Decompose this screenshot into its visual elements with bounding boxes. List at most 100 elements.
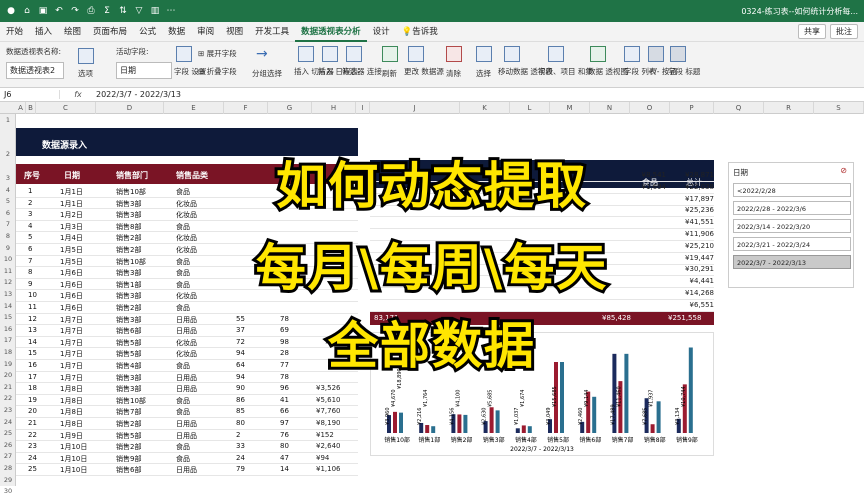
- pivot-row[interactable]: ¥1,694 ¥22,038: [370, 182, 714, 194]
- row-header[interactable]: 30: [0, 487, 16, 495]
- tab-home[interactable]: 开始: [0, 22, 29, 42]
- row-header[interactable]: 24: [0, 418, 16, 426]
- pivot-row[interactable]: ¥25,236: [370, 205, 714, 218]
- chart-bar[interactable]: [527, 426, 532, 433]
- pivot-name-input[interactable]: 数据透视表2: [6, 62, 64, 79]
- pivot-chart[interactable]: 销售10部 销售1部 销售2部 销售3部 销售4部 销售5部 销售6部 销售7部 销售8部 销售9…: [370, 332, 714, 456]
- redo-icon[interactable]: ↷: [68, 4, 82, 18]
- row-header[interactable]: 28: [0, 464, 16, 472]
- chart-bar[interactable]: [393, 411, 397, 433]
- home-icon[interactable]: ⌂: [20, 4, 34, 18]
- column-header[interactable]: H: [312, 102, 356, 114]
- table-row[interactable]: 13 1月7日 销售6部 日用品 37 69: [16, 325, 358, 337]
- row-header[interactable]: 5: [0, 197, 16, 205]
- column-header[interactable]: L: [510, 102, 550, 114]
- pivot-row[interactable]: ¥17,897: [370, 194, 714, 206]
- move-pivot-icon[interactable]: [504, 46, 520, 62]
- change-source-button[interactable]: 更改 数据源: [404, 66, 444, 77]
- pivot-row[interactable]: ¥19,447: [370, 253, 714, 265]
- pivot-row[interactable]: ¥30,291: [370, 264, 714, 277]
- pivot-row[interactable]: ¥4,441: [370, 276, 714, 289]
- slicer-item[interactable]: 2022/3/14 - 2022/3/20: [733, 219, 851, 233]
- refresh-icon[interactable]: [382, 46, 398, 62]
- chart-bar[interactable]: [560, 362, 564, 433]
- row-header[interactable]: 10: [0, 255, 16, 263]
- select-icon[interactable]: [476, 46, 492, 62]
- row-header[interactable]: 21: [0, 383, 16, 391]
- row-header[interactable]: 14: [0, 302, 16, 310]
- change-source-icon[interactable]: [408, 46, 424, 62]
- clear-button[interactable]: 清除: [446, 68, 461, 79]
- row-header[interactable]: 9: [0, 244, 16, 252]
- tab-design[interactable]: 设计: [367, 22, 396, 42]
- row-header[interactable]: 8: [0, 232, 16, 240]
- row-header[interactable]: 17: [0, 336, 16, 344]
- undo-icon[interactable]: ↶: [52, 4, 66, 18]
- pivot-chart-icon[interactable]: [590, 46, 606, 62]
- filter-icon[interactable]: ▽: [132, 4, 146, 18]
- options-icon[interactable]: [78, 48, 94, 64]
- table-row[interactable]: 16 1月7日 销售4部 食品 64 77: [16, 360, 358, 372]
- table-row[interactable]: 21 1月8日 销售2部 日用品 80 97: [16, 418, 358, 430]
- table-row[interactable]: 1 1月1日 销售10部 食品: [16, 186, 358, 198]
- column-header[interactable]: R: [764, 102, 814, 114]
- row-header[interactable]: 27: [0, 452, 16, 460]
- column-header[interactable]: A: [16, 102, 26, 114]
- row-header[interactable]: 15: [0, 313, 16, 321]
- row-header[interactable]: 1: [0, 116, 16, 124]
- pivot-row[interactable]: ¥6,551: [370, 300, 714, 312]
- row-header[interactable]: 29: [0, 476, 16, 484]
- plus-minus-icon[interactable]: [648, 46, 664, 62]
- column-header[interactable]: N: [590, 102, 630, 114]
- pivot-row[interactable]: ¥14,268: [370, 288, 714, 300]
- tab-draw[interactable]: 绘图: [58, 22, 87, 42]
- table-row[interactable]: 2 1月1日 销售3部 化妆品: [16, 198, 358, 210]
- chart-bar[interactable]: [515, 428, 520, 433]
- column-header[interactable]: D: [96, 102, 164, 114]
- select-button[interactable]: 选择: [476, 68, 491, 79]
- filter-connections-button[interactable]: 筛选器 连接: [342, 66, 382, 77]
- sort-icon[interactable]: ⇅: [116, 4, 130, 18]
- chart-bar[interactable]: [521, 425, 526, 433]
- table-row[interactable]: 24 1月10日 销售9部 食品 24 47: [16, 453, 358, 465]
- row-header[interactable]: 23: [0, 406, 16, 414]
- table-row[interactable]: 4 1月3日 销售8部 食品: [16, 221, 358, 233]
- fields-items-icon[interactable]: [548, 46, 564, 62]
- column-header[interactable]: Q: [714, 102, 764, 114]
- slicer-item[interactable]: 2022/3/21 - 2022/3/24: [733, 237, 851, 251]
- column-header[interactable]: I: [356, 102, 370, 114]
- field-list-icon[interactable]: [624, 46, 640, 62]
- chart-bar[interactable]: [688, 347, 693, 433]
- tab-data[interactable]: 数据: [162, 22, 191, 42]
- column-header[interactable]: B: [26, 102, 36, 114]
- column-header[interactable]: C: [36, 102, 96, 114]
- table-row[interactable]: 22 1月9日 销售5部 日用品 2 76: [16, 430, 358, 442]
- chart-bar[interactable]: [431, 426, 436, 433]
- column-header[interactable]: M: [550, 102, 590, 114]
- group-select-button[interactable]: 分组选择: [252, 68, 282, 79]
- refresh-button[interactable]: 刷新: [382, 68, 397, 79]
- timeline-icon[interactable]: [322, 46, 338, 62]
- column-header[interactable]: K: [460, 102, 510, 114]
- row-header[interactable]: 25: [0, 429, 16, 437]
- column-header[interactable]: P: [670, 102, 714, 114]
- row-header[interactable]: 20: [0, 371, 16, 379]
- options-button[interactable]: 选项: [78, 68, 93, 79]
- filter-connections-icon[interactable]: [346, 46, 362, 62]
- column-header[interactable]: G: [268, 102, 312, 114]
- sum-icon[interactable]: Σ: [100, 4, 114, 18]
- chart-icon[interactable]: ▥: [148, 4, 162, 18]
- tab-review[interactable]: 审阅: [191, 22, 220, 42]
- table-row[interactable]: 15 1月7日 销售5部 化妆品 94 28: [16, 348, 358, 360]
- chart-bar[interactable]: [489, 407, 494, 433]
- pivot-row[interactable]: ¥11,906: [370, 229, 714, 241]
- field-headers-icon[interactable]: [670, 46, 686, 62]
- column-header[interactable]: S: [814, 102, 864, 114]
- table-row[interactable]: 23 1月10日 销售2部 食品 33 80: [16, 441, 358, 453]
- tab-view[interactable]: 视图: [220, 22, 249, 42]
- field-settings-icon[interactable]: [176, 46, 192, 62]
- tab-page-layout[interactable]: 页面布局: [87, 22, 133, 42]
- table-row[interactable]: 14 1月7日 销售5部 化妆品 72 98: [16, 337, 358, 349]
- share-button[interactable]: 共享: [798, 24, 826, 39]
- pivot-row[interactable]: ¥25,210: [370, 241, 714, 253]
